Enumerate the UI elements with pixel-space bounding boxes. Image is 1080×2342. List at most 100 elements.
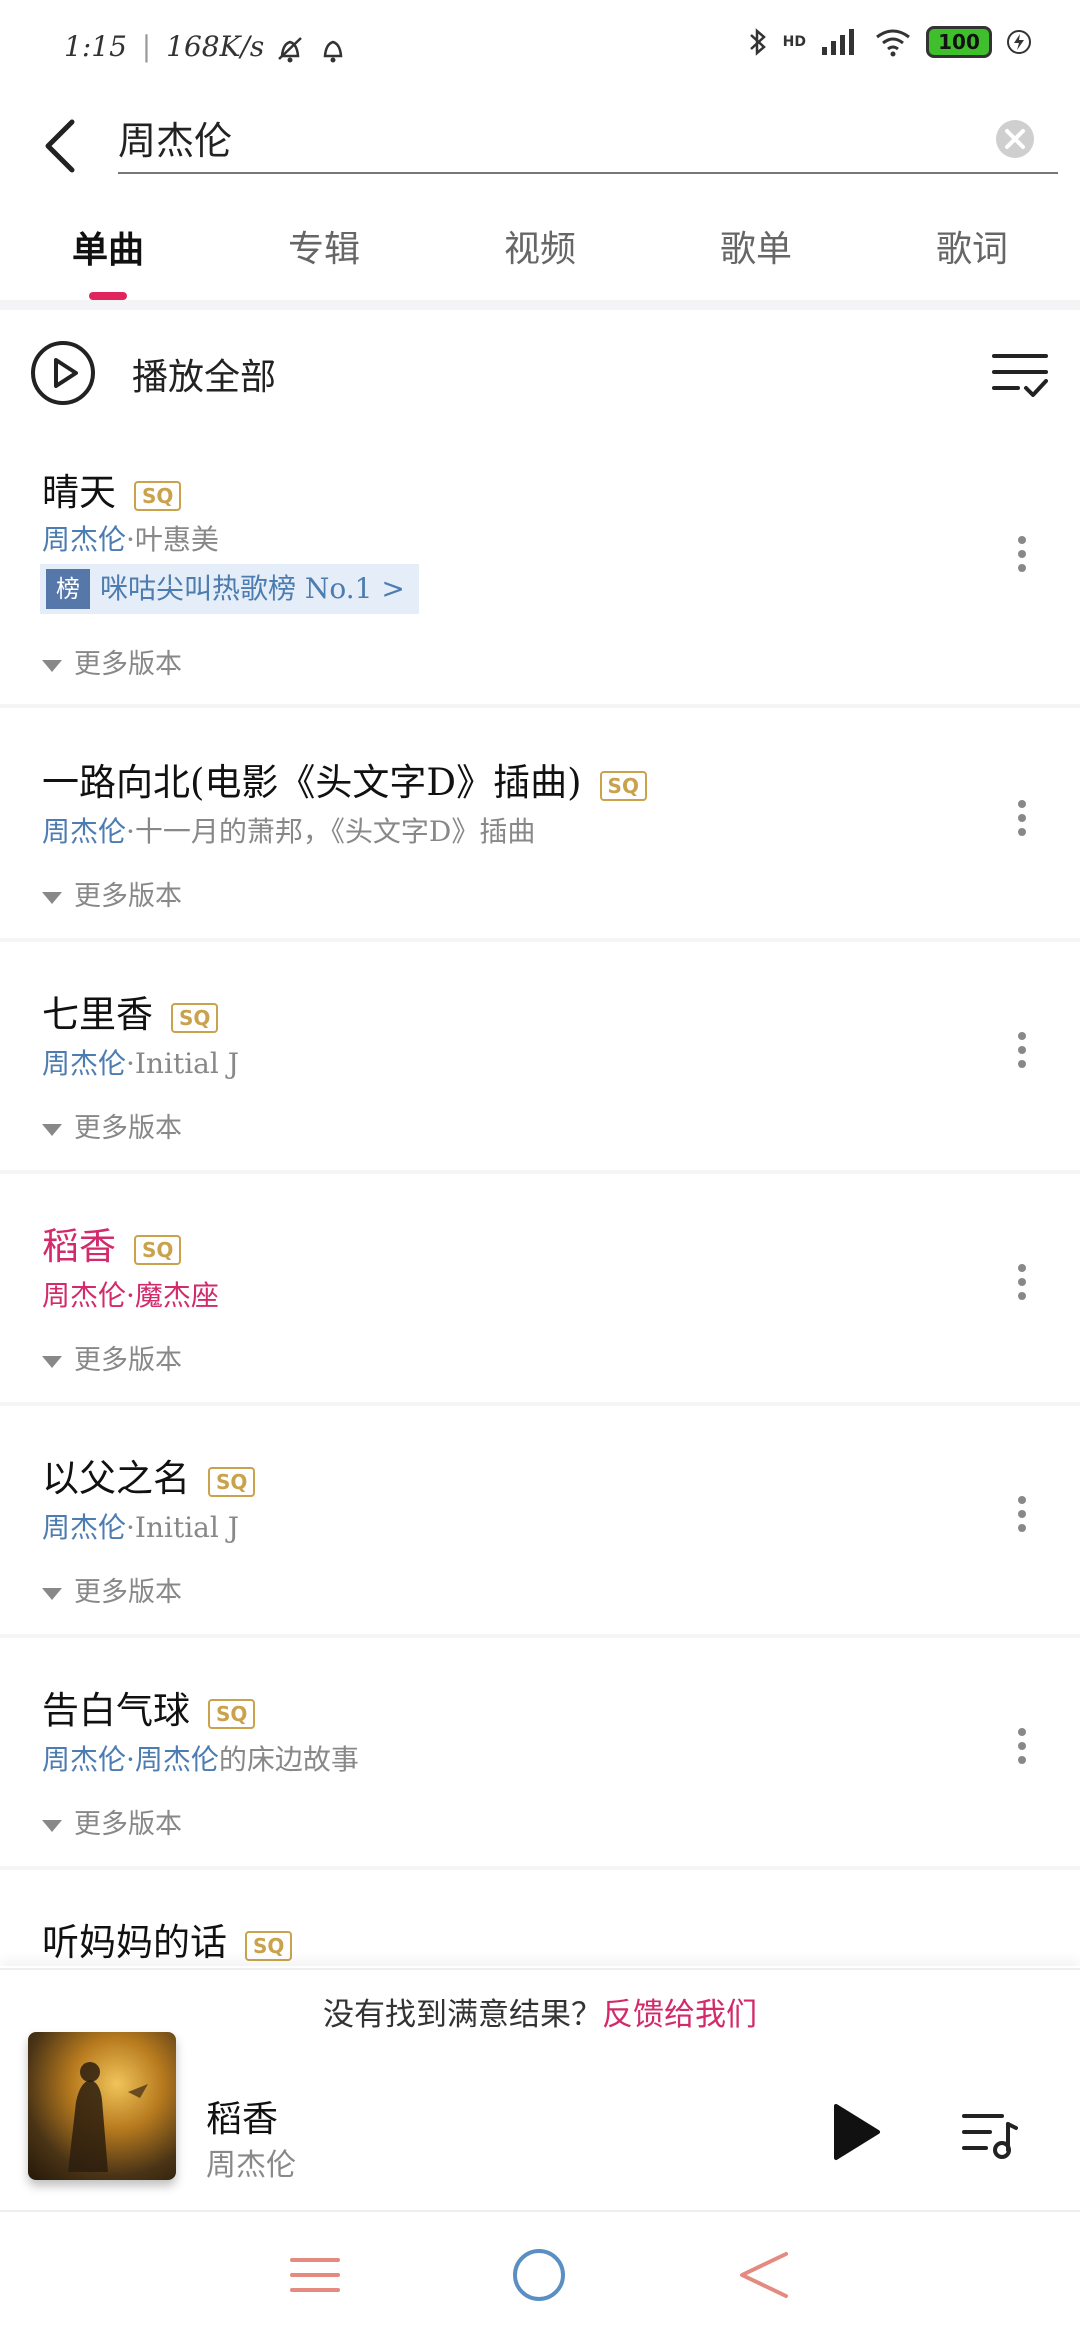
album-link[interactable]: ·周杰伦 <box>126 1743 219 1776</box>
album-text: 的床边故事 <box>218 1743 359 1776</box>
triangle-down-icon <box>42 891 62 904</box>
song-title-text: 七里香 <box>42 993 153 1036</box>
song-subtitle: 周杰伦·Initial J <box>42 1506 239 1546</box>
row-separator <box>0 938 1080 942</box>
player-title[interactable]: 稻香 <box>206 2090 278 2142</box>
more-versions-button[interactable]: 更多版本 <box>42 642 182 681</box>
more-versions-button[interactable]: 更多版本 <box>42 874 182 913</box>
charging-icon <box>1007 30 1031 54</box>
song-title[interactable]: 以父之名 SQ <box>42 1448 256 1502</box>
song-title[interactable]: 听妈妈的话 SQ <box>42 1912 293 1966</box>
row-separator <box>0 704 1080 708</box>
dot-icon <box>1018 1032 1026 1040</box>
tab-albums[interactable]: 专辑 <box>216 210 432 300</box>
dot-icon <box>1018 800 1026 808</box>
sq-badge: SQ <box>245 1930 293 1961</box>
artist-link[interactable]: 周杰伦 <box>42 1279 126 1312</box>
more-versions-label: 更多版本 <box>74 1345 182 1376</box>
bluetooth-icon <box>749 28 766 56</box>
song-title[interactable]: 一路向北(电影《头文字D》插曲) SQ <box>42 752 647 806</box>
dot-icon <box>1018 1496 1026 1504</box>
battery-indicator: 100 <box>926 26 992 58</box>
song-title[interactable]: 七里香 SQ <box>42 984 219 1038</box>
more-versions-label: 更多版本 <box>74 1809 182 1840</box>
song-subtitle: 周杰伦·魔杰座 <box>42 1274 219 1314</box>
sq-badge: SQ <box>134 1234 182 1265</box>
sq-badge: SQ <box>208 1466 256 1497</box>
back-arrow-icon <box>740 2252 788 2298</box>
play-all-label[interactable]: 播放全部 <box>132 348 276 400</box>
triangle-down-icon <box>42 1123 62 1136</box>
song-menu-button[interactable] <box>1012 1722 1032 1782</box>
song-menu-button[interactable] <box>1012 794 1032 854</box>
more-versions-label: 更多版本 <box>74 1113 182 1144</box>
back-button[interactable] <box>36 110 86 180</box>
song-menu-button[interactable] <box>1012 1026 1032 1086</box>
tab-playlists[interactable]: 歌单 <box>648 210 864 300</box>
artist-link[interactable]: 周杰伦 <box>42 523 126 556</box>
more-versions-button[interactable]: 更多版本 <box>42 1802 182 1841</box>
rank-chip[interactable]: 榜咪咕尖叫热歌榜 No.1 > <box>40 564 419 614</box>
song-menu-button[interactable] <box>1012 1490 1032 1550</box>
more-versions-label: 更多版本 <box>74 649 182 680</box>
album-text: ·魔杰座 <box>126 1279 219 1312</box>
artist-link[interactable]: 周杰伦 <box>42 1743 126 1776</box>
nav-home-button[interactable] <box>512 2248 566 2302</box>
chevron-left-icon <box>45 119 75 173</box>
tab-videos[interactable]: 视频 <box>432 210 648 300</box>
song-subtitle: 周杰伦·十一月的萧邦，《头文字D》插曲 <box>42 810 535 850</box>
dot-icon <box>1018 1524 1026 1532</box>
dot-icon <box>1018 536 1026 544</box>
song-menu-button[interactable] <box>1012 1258 1032 1318</box>
tabs-divider <box>0 300 1080 310</box>
song-title[interactable]: 告白气球 SQ <box>42 1680 256 1734</box>
list-check-icon <box>992 354 1048 397</box>
search-input[interactable]: 周杰伦 <box>118 110 1058 174</box>
nav-back-button[interactable] <box>736 2248 790 2302</box>
triangle-down-icon <box>42 659 62 672</box>
artist-link[interactable]: 周杰伦 <box>42 815 126 848</box>
tab-bar: 单曲 专辑 视频 歌单 歌词 <box>0 210 1080 300</box>
status-net-speed: 168K/s <box>166 30 265 63</box>
playlist-queue-button[interactable] <box>962 2110 1018 2160</box>
player-play-button[interactable] <box>828 2102 884 2162</box>
more-versions-label: 更多版本 <box>74 881 182 912</box>
song-menu-button[interactable] <box>1012 530 1032 590</box>
sq-badge: SQ <box>134 480 182 511</box>
dot-icon <box>1018 1742 1026 1750</box>
play-circle-icon <box>31 341 95 405</box>
tab-songs[interactable]: 单曲 <box>0 210 216 300</box>
multi-select-button[interactable] <box>990 348 1050 402</box>
row-separator <box>0 1866 1080 1870</box>
bell-icon <box>323 40 343 62</box>
album-art[interactable] <box>28 2032 176 2180</box>
player-artist[interactable]: 周杰伦 <box>206 2140 296 2184</box>
rank-text: 咪咕尖叫热歌榜 No.1 > <box>100 572 405 605</box>
close-icon <box>1005 129 1025 149</box>
song-title[interactable]: 晴天 SQ <box>42 462 182 516</box>
more-versions-button[interactable]: 更多版本 <box>42 1570 182 1609</box>
tab-lyrics[interactable]: 歌词 <box>864 210 1080 300</box>
play-icon <box>834 2104 880 2160</box>
mute-bell-icon <box>278 36 303 62</box>
clear-search-button[interactable] <box>996 120 1034 158</box>
menu-icon <box>290 2258 340 2292</box>
wifi-icon <box>876 29 910 57</box>
more-versions-label: 更多版本 <box>74 1577 182 1608</box>
sq-badge: SQ <box>599 770 647 801</box>
song-title-text: 听妈妈的话 <box>42 1921 227 1964</box>
play-all-button[interactable] <box>30 340 96 406</box>
artist-link[interactable]: 周杰伦 <box>42 1511 126 1544</box>
more-versions-button[interactable]: 更多版本 <box>42 1338 182 1377</box>
song-title[interactable]: 稻香 SQ <box>42 1216 182 1270</box>
triangle-down-icon <box>42 1819 62 1832</box>
song-title-text: 晴天 <box>42 471 116 514</box>
album-text: ·Initial J <box>126 1511 239 1544</box>
status-divider: | <box>141 30 152 63</box>
more-versions-button[interactable]: 更多版本 <box>42 1106 182 1145</box>
feedback-link[interactable]: 反馈给我们 <box>602 1997 757 2033</box>
dot-icon <box>1018 564 1026 572</box>
artist-link[interactable]: 周杰伦 <box>42 1047 126 1080</box>
row-separator <box>0 1402 1080 1406</box>
nav-menu-button[interactable] <box>288 2248 342 2302</box>
